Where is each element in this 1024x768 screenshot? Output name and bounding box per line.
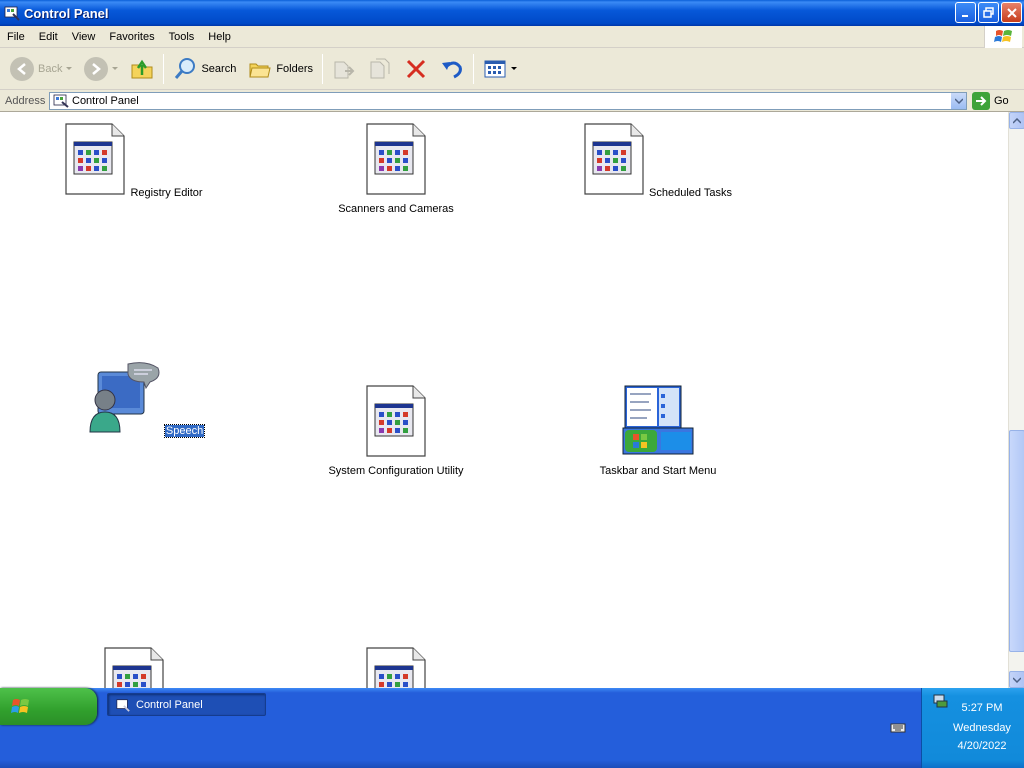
- item-taskbar-and-start-menu[interactable]: Taskbar and Start Menu: [573, 384, 743, 477]
- delete-icon: [406, 59, 426, 78]
- address-bar: Address Control Panel Go: [0, 90, 1024, 112]
- views-icon: [484, 60, 506, 77]
- generic-app-icon: [366, 647, 426, 688]
- generic-app-icon: [65, 123, 125, 195]
- go-label: Go: [994, 95, 1009, 107]
- close-icon: [1006, 7, 1017, 18]
- scroll-up-button[interactable]: [1009, 112, 1024, 129]
- undo-icon: [442, 61, 462, 78]
- system-tray: 5:27 PM Wednesday 4/20/2022: [921, 688, 1024, 768]
- menu-help[interactable]: Help: [201, 31, 238, 43]
- clock-date: 4/20/2022: [957, 740, 1007, 752]
- control-panel-content: Registry Editor Scanners and Cameras Sch…: [0, 112, 1008, 688]
- menu-file[interactable]: File: [0, 31, 32, 43]
- back-arrow-icon: [10, 56, 34, 81]
- address-label: Address: [5, 94, 46, 107]
- window-title: Control Panel: [24, 5, 109, 21]
- move-to-icon: [334, 61, 355, 78]
- delete-button[interactable]: [398, 52, 434, 86]
- forward-arrow-icon: [84, 56, 109, 81]
- item-speech[interactable]: Speech: [61, 360, 231, 438]
- go-arrow-icon: [972, 92, 990, 110]
- speech-icon: [89, 362, 160, 433]
- menu-view[interactable]: View: [65, 31, 103, 43]
- chevron-down-icon: [1013, 676, 1021, 683]
- back-button[interactable]: Back: [4, 52, 78, 86]
- move-to-button[interactable]: [326, 52, 362, 86]
- control-panel-icon: [4, 6, 20, 21]
- scroll-thumb[interactable]: [1009, 430, 1024, 652]
- vertical-scrollbar[interactable]: [1008, 112, 1024, 688]
- item-scanners-and-cameras[interactable]: Scanners and Cameras: [311, 122, 481, 215]
- views-button[interactable]: [477, 52, 523, 86]
- item-system-configuration-utility[interactable]: System Configuration Utility: [311, 384, 481, 477]
- chevron-down-icon: [954, 98, 963, 104]
- chevron-down-icon: [112, 66, 119, 70]
- taskbar-icon: [622, 385, 694, 455]
- item-label: Taskbar and Start Menu: [599, 465, 717, 477]
- chevron-down-icon: [66, 66, 73, 70]
- chevron-up-icon: [1013, 117, 1021, 124]
- forward-button[interactable]: [78, 52, 124, 86]
- clock-time[interactable]: 5:27 PM: [922, 702, 1024, 714]
- generic-app-icon: [366, 123, 426, 195]
- address-value: Control Panel: [72, 95, 139, 107]
- generic-app-icon: [366, 385, 426, 457]
- toolbar-separator: [322, 53, 324, 84]
- undo-button[interactable]: [434, 52, 470, 86]
- taskbar-button-label: Control Panel: [136, 698, 203, 711]
- item-partial-row[interactable]: [49, 646, 219, 688]
- search-label: Search: [201, 62, 237, 75]
- generic-app-icon: [104, 647, 164, 688]
- menu-bar: File Edit View Favorites Tools Help: [0, 26, 1024, 48]
- windows-logo-icon: [984, 26, 1022, 48]
- scroll-down-button[interactable]: [1009, 671, 1024, 688]
- folders-label: Folders: [276, 62, 314, 75]
- taskbar-button-control-panel[interactable]: Control Panel: [107, 693, 266, 716]
- toolbar: Back Search Folders: [0, 48, 1024, 90]
- keyboard-icon[interactable]: [890, 721, 906, 733]
- toolbar-separator: [473, 53, 475, 84]
- minimize-icon: [961, 14, 968, 17]
- menu-favorites[interactable]: Favorites: [102, 31, 161, 43]
- go-button[interactable]: Go: [972, 92, 1009, 110]
- item-label: System Configuration Utility: [328, 465, 464, 477]
- folders-button[interactable]: Folders: [242, 52, 319, 86]
- up-folder-icon: [131, 59, 153, 78]
- toolbar-separator: [163, 53, 165, 84]
- menu-tools[interactable]: Tools: [162, 31, 202, 43]
- control-panel-icon: [53, 94, 69, 108]
- folders-icon: [249, 63, 271, 77]
- chevron-down-icon: [511, 66, 518, 70]
- search-icon: [175, 57, 196, 79]
- generic-app-icon: [584, 123, 644, 195]
- item-partial-row[interactable]: [311, 646, 481, 688]
- control-panel-icon: [116, 698, 130, 712]
- item-label: Scanners and Cameras: [338, 203, 454, 215]
- restore-icon: [982, 6, 994, 18]
- copy-to-icon: [370, 58, 390, 78]
- address-dropdown-button[interactable]: [950, 93, 966, 109]
- clock-day: Wednesday: [953, 722, 1011, 734]
- restore-button[interactable]: [978, 2, 999, 23]
- up-folder-button[interactable]: [124, 52, 160, 86]
- item-label: Registry Editor: [130, 187, 203, 199]
- search-button[interactable]: Search: [167, 52, 242, 86]
- item-scheduled-tasks[interactable]: Scheduled Tasks: [573, 122, 743, 199]
- taskbar: Control Panel 5:27 PM Wednesday 4/20/202…: [0, 688, 1024, 768]
- address-input[interactable]: Control Panel: [49, 92, 967, 110]
- windows-logo-icon: [11, 698, 29, 713]
- item-label: Scheduled Tasks: [649, 187, 733, 199]
- title-bar[interactable]: Control Panel: [0, 0, 1024, 26]
- item-registry-editor[interactable]: Registry Editor: [49, 122, 219, 199]
- minimize-button[interactable]: [955, 2, 976, 23]
- copy-to-button[interactable]: [362, 52, 398, 86]
- item-label: Speech: [163, 424, 206, 438]
- back-label: Back: [38, 62, 63, 75]
- menu-edit[interactable]: Edit: [32, 31, 65, 43]
- close-button[interactable]: [1001, 2, 1022, 23]
- start-button[interactable]: [0, 688, 97, 725]
